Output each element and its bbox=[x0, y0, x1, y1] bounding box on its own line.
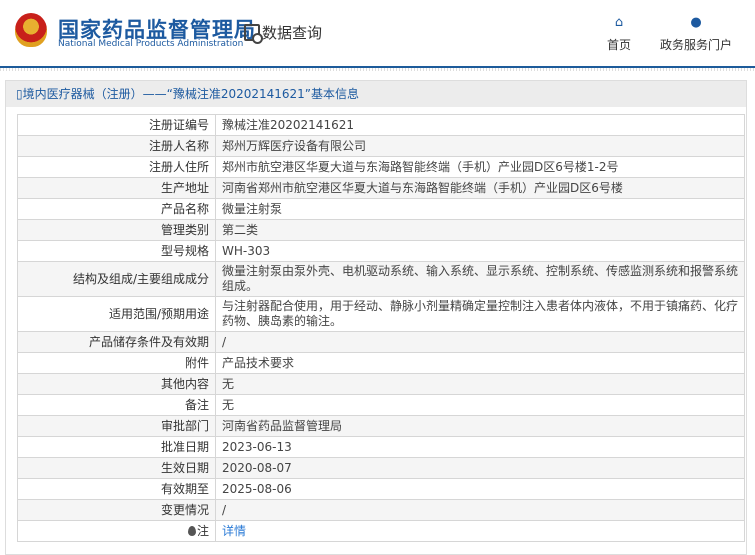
note-value: 详情 bbox=[215, 520, 745, 542]
field-value: / bbox=[215, 499, 745, 521]
field-value: 2020-08-07 bbox=[215, 457, 745, 479]
field-value: / bbox=[215, 331, 745, 353]
field-label: 审批部门 bbox=[17, 415, 216, 437]
nav-home-label: 首页 bbox=[607, 38, 632, 52]
field-label: 批准日期 bbox=[17, 436, 216, 458]
field-label: 注册人名称 bbox=[17, 135, 216, 157]
detail-panel: ▯境内医疗器械（注册）——“豫械注准20202141621”基本信息 注册证编号… bbox=[5, 80, 747, 555]
table-row: 结构及组成/主要组成成分 微量注射泵由泵外壳、电机驱动系统、输入系统、显示系统、控… bbox=[17, 261, 745, 297]
table-row: 产品名称 微量注射泵 bbox=[17, 198, 745, 220]
nav-portal-label: 政务服务门户 bbox=[660, 38, 733, 52]
table-row: 附件 产品技术要求 bbox=[17, 352, 745, 374]
field-value: 与注射器配合使用，用于经动、静脉小剂量精确定量控制注入患者体内液体，不用于镇痛药… bbox=[215, 296, 745, 332]
table-row: 注册人住所 郑州市航空港区华夏大道与东海路智能终端（手机）产业园D区6号楼1-2号 bbox=[17, 156, 745, 178]
field-label: 变更情况 bbox=[17, 499, 216, 521]
field-label: 备注 bbox=[17, 394, 216, 416]
table-row: 生产地址 河南省郑州市航空港区华夏大道与东海路智能终端（手机）产业园D区6号楼 bbox=[17, 177, 745, 199]
data-query-section[interactable]: 数据查询 bbox=[244, 22, 323, 44]
field-label: 适用范围/预期用途 bbox=[17, 296, 216, 332]
table-row: 其他内容无 bbox=[17, 373, 745, 395]
field-value: 微量注射泵由泵外壳、电机驱动系统、输入系统、显示系统、控制系统、传感监测系统和报… bbox=[215, 261, 745, 297]
nav-home[interactable]: ⌂ 首页 bbox=[607, 16, 631, 53]
field-value: 无 bbox=[215, 394, 745, 416]
table-row: 审批部门 河南省药品监督管理局 bbox=[17, 415, 745, 437]
info-table: 注册证编号 豫械注准20202141621 注册人名称 郑州万辉医疗设备有限公司 注册人… bbox=[17, 114, 745, 542]
table-row: 管理类别 第二类 bbox=[17, 219, 745, 241]
field-label: 有效期至 bbox=[17, 478, 216, 500]
table-row: 产品储存条件及有效期 / bbox=[17, 331, 745, 353]
field-value: 无 bbox=[215, 373, 745, 395]
field-value: 河南省郑州市航空港区华夏大道与东海路智能终端（手机）产业园D区6号楼 bbox=[215, 177, 745, 199]
site-header: 国家药品监督管理局 National Medical Products Admi… bbox=[0, 0, 755, 71]
user-icon: ● bbox=[690, 15, 702, 30]
field-value: 产品技术要求 bbox=[215, 352, 745, 374]
table-row: 生效日期 2020-08-07 bbox=[17, 457, 745, 479]
field-label: 产品名称 bbox=[17, 198, 216, 220]
note-label: 注 bbox=[196, 523, 209, 538]
field-label: 型号规格 bbox=[17, 240, 216, 262]
field-value: 微量注射泵 bbox=[215, 198, 745, 220]
field-value: 2025-08-06 bbox=[215, 478, 745, 500]
field-label: 附件 bbox=[17, 352, 216, 374]
field-label: 结构及组成/主要组成成分 bbox=[17, 261, 216, 297]
field-label: 注册证编号 bbox=[17, 114, 216, 136]
national-emblem-logo bbox=[15, 13, 47, 47]
table-row: 有效期至 2025-08-06 bbox=[17, 478, 745, 500]
table-row: 批准日期 2023-06-13 bbox=[17, 436, 745, 458]
table-row: 备注无 bbox=[17, 394, 745, 416]
pin-icon bbox=[187, 525, 196, 536]
details-link[interactable]: 详情 bbox=[222, 524, 246, 538]
table-row: 注册人名称 郑州万辉医疗设备有限公司 bbox=[17, 135, 745, 157]
table-row: 注册证编号 豫械注准20202141621 bbox=[17, 114, 745, 136]
note-label-cell: 注 bbox=[17, 520, 216, 542]
field-value: 豫械注准20202141621 bbox=[215, 114, 745, 136]
table-row-note: 注详情 bbox=[17, 520, 745, 542]
table-row: 型号规格 WH-303 bbox=[17, 240, 745, 262]
page-title-text: 境内医疗器械（注册）——“豫械注准20202141621”基本信息 bbox=[22, 87, 360, 101]
field-value: 郑州市航空港区华夏大道与东海路智能终端（手机）产业园D区6号楼1-2号 bbox=[215, 156, 745, 178]
table-row: 变更情况 / bbox=[17, 499, 745, 521]
home-icon: ⌂ bbox=[614, 15, 624, 30]
document-search-icon bbox=[244, 24, 263, 44]
field-value: 郑州万辉医疗设备有限公司 bbox=[215, 135, 745, 157]
nav-service-portal[interactable]: ● 政务服务门户 bbox=[660, 16, 732, 53]
field-value: WH-303 bbox=[215, 240, 745, 262]
table-row: 适用范围/预期用途 与注射器配合使用，用于经动、静脉小剂量精确定量控制注入患者体内… bbox=[17, 296, 745, 332]
document-icon: ▯ bbox=[16, 87, 23, 101]
field-label: 生产地址 bbox=[17, 177, 216, 199]
page-title: ▯境内医疗器械（注册）——“豫械注准20202141621”基本信息 bbox=[6, 81, 746, 107]
field-label: 注册人住所 bbox=[17, 156, 216, 178]
field-value: 河南省药品监督管理局 bbox=[215, 415, 745, 437]
field-label: 生效日期 bbox=[17, 457, 216, 479]
logo-subtitle: National Medical Products Administration bbox=[58, 39, 244, 49]
field-label: 产品储存条件及有效期 bbox=[17, 331, 216, 353]
field-label: 其他内容 bbox=[17, 373, 216, 395]
field-label: 管理类别 bbox=[17, 219, 216, 241]
field-value: 2023-06-13 bbox=[215, 436, 745, 458]
data-query-label: 数据查询 bbox=[262, 24, 323, 42]
field-value: 第二类 bbox=[215, 219, 745, 241]
